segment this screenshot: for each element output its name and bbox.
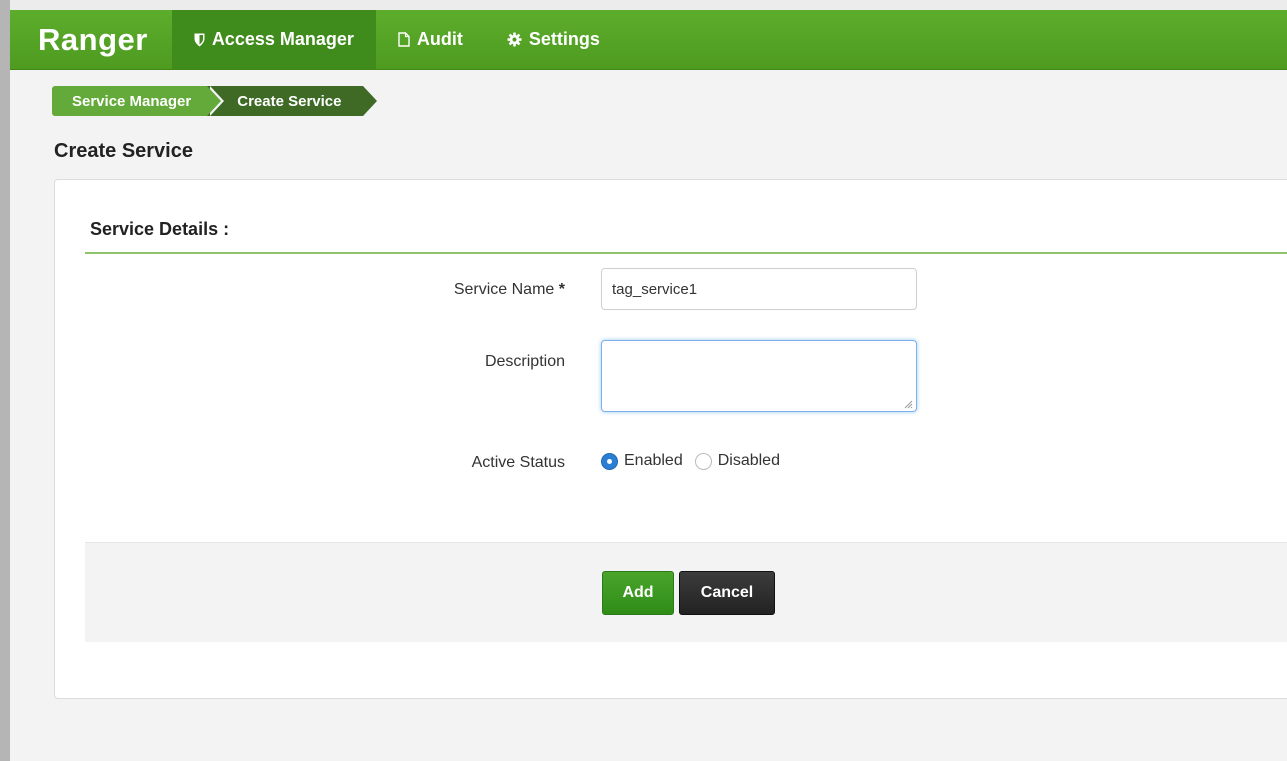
nav-access-manager[interactable]: Access Manager (171, 10, 376, 69)
service-name-label-text: Service Name (453, 281, 555, 298)
service-name-input[interactable] (601, 268, 917, 310)
section-divider (85, 252, 1287, 254)
top-navbar: Ranger Access Manager Audit Settings (10, 10, 1287, 70)
page-title: Create Service (54, 140, 193, 162)
radio-enabled-label: Enabled (624, 452, 683, 469)
window-frame-left (0, 0, 10, 761)
resize-grip-icon[interactable] (903, 399, 913, 409)
gear-icon (507, 32, 522, 47)
nav-settings-label: Settings (528, 29, 600, 49)
brand-logo[interactable]: Ranger (10, 10, 172, 69)
file-icon (398, 32, 410, 47)
nav-access-manager-label: Access Manager (211, 29, 354, 49)
service-name-label: Service Name * (365, 281, 565, 299)
breadcrumb: Service Manager Create Service (52, 86, 378, 116)
nav-settings[interactable]: Settings (485, 10, 622, 69)
window-frame-top (0, 0, 1287, 10)
cancel-button[interactable]: Cancel (679, 571, 775, 615)
active-status-radio-group: Enabled Disabled (601, 452, 792, 470)
description-label: Description (484, 353, 565, 370)
form-actions-bar: Add Cancel (85, 542, 1287, 642)
create-service-form: Service Details : Service Name * Descrip… (54, 179, 1287, 699)
required-asterisk: * (558, 281, 565, 298)
radio-disabled-label: Disabled (717, 452, 780, 469)
section-title: Service Details : (90, 219, 230, 239)
radio-disabled[interactable]: Disabled (694, 452, 780, 470)
active-status-label: Active Status (471, 454, 565, 471)
add-button[interactable]: Add (602, 571, 674, 615)
breadcrumb-service-manager[interactable]: Service Manager (52, 86, 225, 116)
radio-enabled[interactable]: Enabled (601, 452, 683, 470)
nav-audit-label: Audit (416, 29, 463, 49)
shield-icon (194, 33, 205, 47)
radio-disabled-indicator[interactable] (694, 452, 712, 470)
description-textarea[interactable] (601, 340, 917, 412)
radio-enabled-indicator[interactable] (601, 452, 618, 470)
breadcrumb-create-service: Create Service (207, 86, 378, 116)
nav-audit[interactable]: Audit (376, 10, 485, 69)
